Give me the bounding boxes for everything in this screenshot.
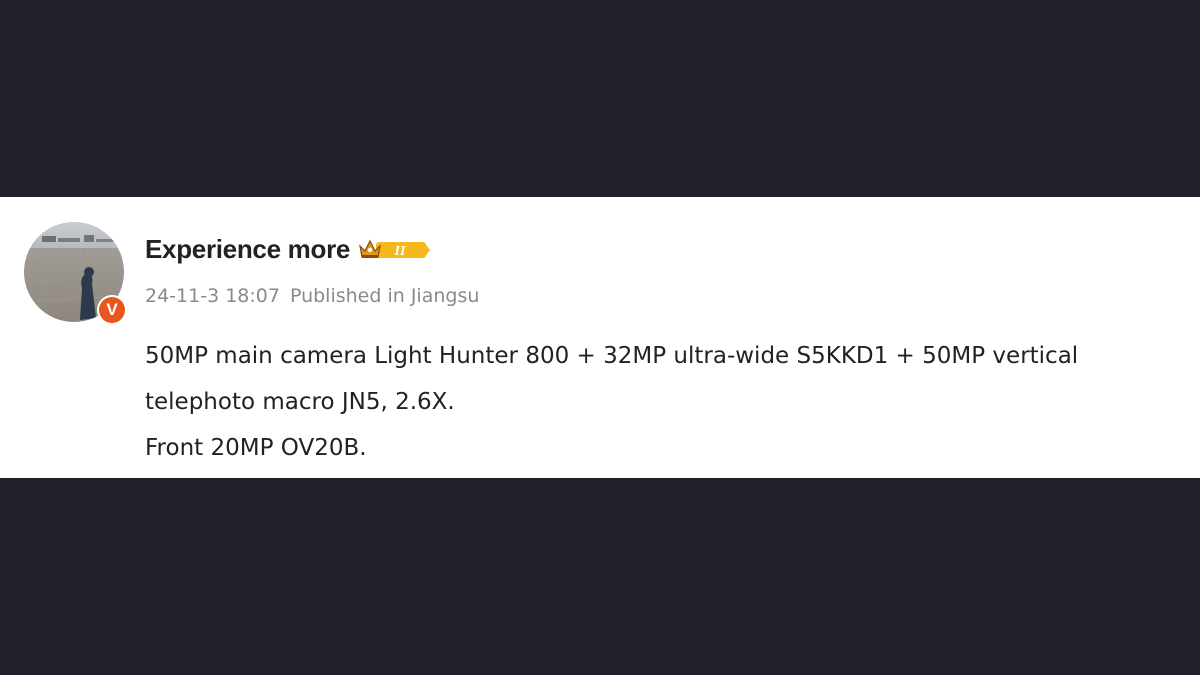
username-row: Experience more II — [145, 231, 431, 267]
post-text-line: telephoto macro JN5, 2.6X. — [145, 389, 455, 415]
vip-level-text: II — [394, 244, 406, 259]
post-text-line: 50MP main camera Light Hunter 800 + 32MP… — [145, 343, 1079, 369]
verified-badge: V — [97, 295, 127, 325]
post-text-line: Front 20MP OV20B. — [145, 435, 367, 461]
post-meta: 24-11-3 18:07 Published in Jiangsu — [145, 285, 479, 307]
username[interactable]: Experience more — [145, 234, 350, 265]
post-location: Published in Jiangsu — [289, 285, 480, 307]
avatar-container[interactable]: V — [24, 222, 127, 325]
vip-badge[interactable]: II — [358, 236, 431, 262]
bottom-letterbox-band — [0, 478, 1200, 675]
post-timestamp[interactable]: 24-11-3 18:07 — [145, 285, 280, 307]
top-letterbox-band — [0, 0, 1200, 197]
weibo-post-card: V Experience more II 24-11-3 18:07 Publis… — [0, 197, 1200, 478]
verified-v-icon: V — [99, 297, 125, 323]
post-body: 50MP main camera Light Hunter 800 + 32MP… — [145, 333, 1185, 471]
crown-vip-icon: II — [359, 239, 431, 259]
